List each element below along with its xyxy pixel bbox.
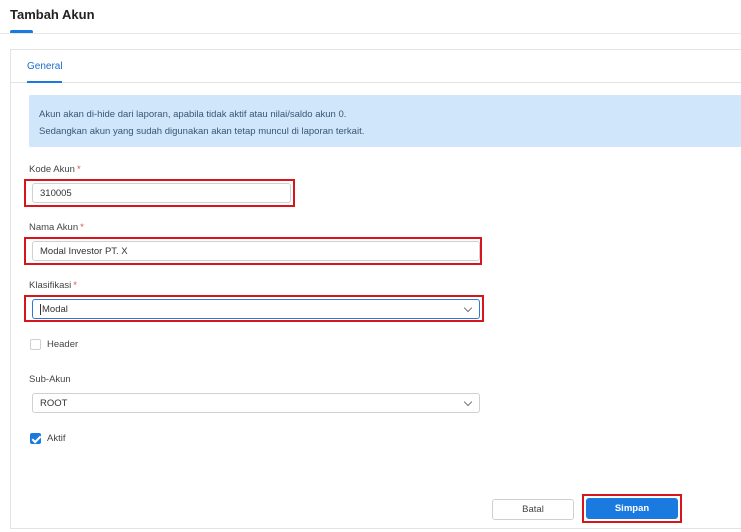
- sub-akun-select[interactable]: ROOT: [32, 393, 480, 413]
- kode-akun-input[interactable]: 310005: [32, 183, 291, 203]
- save-button[interactable]: Simpan: [586, 498, 678, 519]
- aktif-checkbox-label: Aktif: [47, 433, 66, 444]
- nama-akun-input[interactable]: Modal Investor PT. X: [32, 241, 480, 261]
- info-box: Akun akan di-hide dari laporan, apabila …: [29, 95, 741, 147]
- aktif-checkbox[interactable]: [30, 433, 41, 444]
- form-card: General Akun akan di-hide dari laporan, …: [10, 49, 741, 529]
- tab-general[interactable]: General: [27, 61, 63, 72]
- chevron-down-icon: [463, 303, 473, 313]
- sub-akun-label: Sub-Akun: [29, 374, 71, 385]
- info-line-2: Sedangkan akun yang sudah digunakan akan…: [39, 126, 365, 137]
- kode-akun-label: Kode Akun *: [29, 164, 81, 175]
- page-title: Tambah Akun: [10, 7, 95, 22]
- aktif-checkbox-row[interactable]: Aktif: [29, 433, 65, 444]
- header-checkbox-label: Header: [47, 339, 79, 350]
- klasifikasi-select[interactable]: Modal: [32, 299, 480, 319]
- header-divider: [0, 33, 741, 34]
- chevron-down-icon: [463, 397, 473, 407]
- nama-akun-label: Nama Akun *: [29, 222, 84, 233]
- tab-active-indicator: [27, 81, 62, 83]
- cancel-button[interactable]: Batal: [492, 499, 574, 520]
- header-checkbox-row[interactable]: Header: [29, 339, 78, 350]
- klasifikasi-label: Klasifikasi *: [29, 280, 77, 291]
- tab-bar: General: [11, 50, 741, 83]
- header-checkbox[interactable]: [30, 339, 41, 350]
- text-caret: [40, 303, 41, 315]
- info-line-1: Akun akan di-hide dari laporan, apabila …: [39, 109, 347, 120]
